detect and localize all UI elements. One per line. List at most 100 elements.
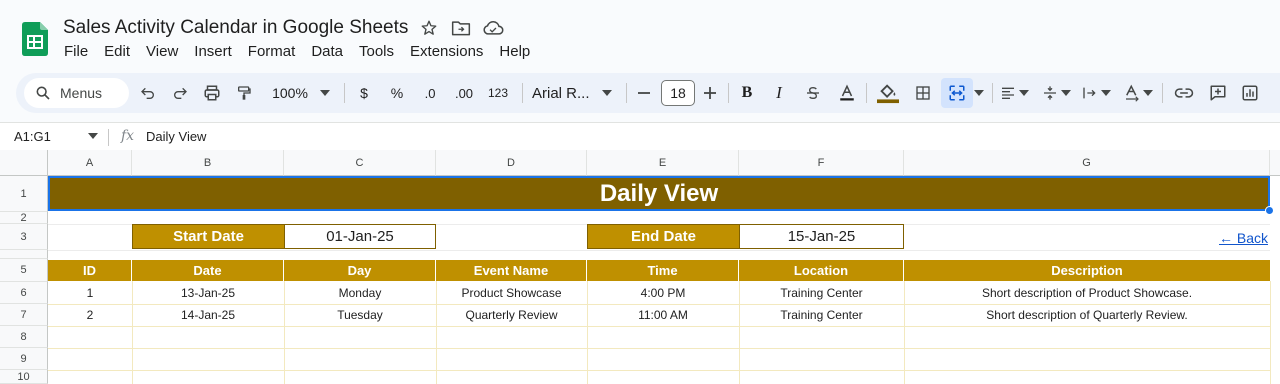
insert-chart-icon[interactable] — [1238, 73, 1262, 113]
menu-format[interactable]: Format — [240, 43, 304, 60]
italic-icon[interactable]: I — [768, 73, 790, 113]
star-icon[interactable] — [418, 17, 440, 39]
search-icon — [36, 86, 50, 100]
vertical-align-dropdown-icon[interactable] — [1060, 73, 1072, 113]
row-header-10[interactable]: 10 — [0, 370, 48, 384]
increase-decimal-button[interactable]: .00 — [451, 73, 477, 113]
increase-font-size-icon[interactable] — [700, 73, 720, 113]
column-header-a[interactable]: A — [48, 150, 132, 176]
table-cell[interactable]: Quarterly Review — [436, 304, 587, 326]
borders-icon[interactable] — [912, 73, 934, 113]
bold-icon[interactable]: B — [736, 73, 758, 113]
redo-icon[interactable] — [168, 73, 192, 113]
header-location: Location — [739, 260, 904, 281]
row-header-5[interactable]: 5 — [0, 259, 48, 282]
decrease-font-size-icon[interactable] — [634, 73, 654, 113]
document-title[interactable]: Sales Activity Calendar in Google Sheets — [63, 17, 408, 39]
header-id: ID — [48, 260, 132, 281]
header-date: Date — [132, 260, 284, 281]
row-header-9[interactable]: 9 — [0, 348, 48, 370]
start-date-label: Start Date — [132, 224, 285, 249]
menu-file[interactable]: File — [56, 43, 96, 60]
zoom-dropdown-icon[interactable] — [316, 73, 334, 113]
undo-icon[interactable] — [136, 73, 160, 113]
row-header-1[interactable]: 1 — [0, 176, 48, 212]
print-icon[interactable] — [200, 73, 224, 113]
menu-help[interactable]: Help — [491, 43, 538, 60]
merge-cells-icon[interactable] — [946, 73, 968, 113]
menu-tools[interactable]: Tools — [351, 43, 402, 60]
font-size-input[interactable]: 18 — [661, 80, 695, 106]
row-header-4[interactable] — [0, 250, 48, 259]
select-all-corner[interactable] — [0, 150, 48, 176]
search-menus-button[interactable]: Menus — [24, 78, 129, 108]
fill-color-icon[interactable] — [874, 73, 902, 113]
name-box[interactable]: A1:G1 — [14, 129, 51, 144]
table-cell[interactable]: Product Showcase — [436, 282, 587, 304]
strikethrough-icon[interactable] — [802, 73, 824, 113]
row-header-2[interactable]: 2 — [0, 212, 48, 224]
table-cell[interactable]: 2 — [48, 304, 132, 326]
back-link[interactable]: ← Back — [1219, 230, 1268, 246]
more-formats-button[interactable]: 123 — [483, 73, 513, 113]
end-date-value[interactable]: 15-Jan-25 — [739, 224, 904, 249]
column-header-d[interactable]: D — [436, 150, 587, 176]
insert-link-icon[interactable] — [1172, 73, 1196, 113]
menu-insert[interactable]: Insert — [186, 43, 240, 60]
start-date-value[interactable]: 01-Jan-25 — [284, 224, 436, 249]
table-cell[interactable]: Short description of Product Showcase. — [904, 282, 1270, 304]
text-rotation-dropdown-icon[interactable] — [1142, 73, 1154, 113]
table-cell[interactable]: 13-Jan-25 — [132, 282, 284, 304]
font-dropdown-icon[interactable] — [598, 73, 616, 113]
table-cell[interactable]: 1 — [48, 282, 132, 304]
insert-comment-icon[interactable] — [1206, 73, 1230, 113]
merge-dropdown-icon[interactable] — [973, 73, 985, 113]
column-header-b[interactable]: B — [132, 150, 284, 176]
decrease-decimal-button[interactable]: .0 — [417, 73, 443, 113]
column-header-g[interactable]: G — [904, 150, 1270, 176]
text-rotation-icon[interactable] — [1122, 73, 1142, 113]
daily-view-banner[interactable]: Daily View — [48, 176, 1270, 211]
table-cell[interactable]: Training Center — [739, 304, 904, 326]
text-wrapping-dropdown-icon[interactable] — [1100, 73, 1112, 113]
table-cell[interactable]: Tuesday — [284, 304, 436, 326]
row-header-6[interactable]: 6 — [0, 282, 48, 304]
paint-format-icon[interactable] — [232, 73, 256, 113]
row-header-7[interactable]: 7 — [0, 304, 48, 326]
row-header-8[interactable]: 8 — [0, 326, 48, 348]
header-description: Description — [904, 260, 1270, 281]
table-cell[interactable]: Short description of Quarterly Review. — [904, 304, 1270, 326]
horizontal-align-dropdown-icon[interactable] — [1018, 73, 1030, 113]
sheets-logo-icon[interactable] — [22, 22, 48, 56]
name-box-dropdown-icon[interactable] — [88, 133, 98, 139]
menu-data[interactable]: Data — [303, 43, 351, 60]
formula-bar: A1:G1 fx Daily View — [0, 122, 1280, 150]
column-header-c[interactable]: C — [284, 150, 436, 176]
currency-format-button[interactable]: $ — [354, 73, 374, 113]
column-header-e[interactable]: E — [587, 150, 739, 176]
zoom-select[interactable]: 100% — [266, 73, 314, 113]
text-color-icon[interactable] — [836, 73, 858, 113]
table-cell[interactable]: 4:00 PM — [587, 282, 739, 304]
table-cell[interactable]: Monday — [284, 282, 436, 304]
percent-format-button[interactable]: % — [387, 73, 407, 113]
cloud-saved-icon[interactable] — [482, 17, 504, 39]
table-cell[interactable]: Training Center — [739, 282, 904, 304]
menu-extensions[interactable]: Extensions — [402, 43, 491, 60]
selection-fill-handle[interactable] — [1265, 206, 1274, 215]
formula-input[interactable]: Daily View — [146, 129, 206, 144]
horizontal-align-icon[interactable] — [998, 73, 1018, 113]
menus-label: Menus — [60, 85, 103, 101]
vertical-align-icon[interactable] — [1040, 73, 1060, 113]
table-cell[interactable]: 14-Jan-25 — [132, 304, 284, 326]
menu-edit[interactable]: Edit — [96, 43, 138, 60]
header-time: Time — [587, 260, 739, 281]
spreadsheet-grid[interactable]: A B C D E F G 1 2 3 5 6 7 8 9 10 Daily V… — [0, 150, 1280, 384]
row-header-3[interactable]: 3 — [0, 224, 48, 250]
menu-view[interactable]: View — [138, 43, 186, 60]
font-select[interactable]: Arial R... — [532, 73, 598, 113]
text-wrapping-icon[interactable] — [1080, 73, 1100, 113]
move-folder-icon[interactable] — [450, 17, 472, 39]
column-header-f[interactable]: F — [739, 150, 904, 176]
table-cell[interactable]: 11:00 AM — [587, 304, 739, 326]
